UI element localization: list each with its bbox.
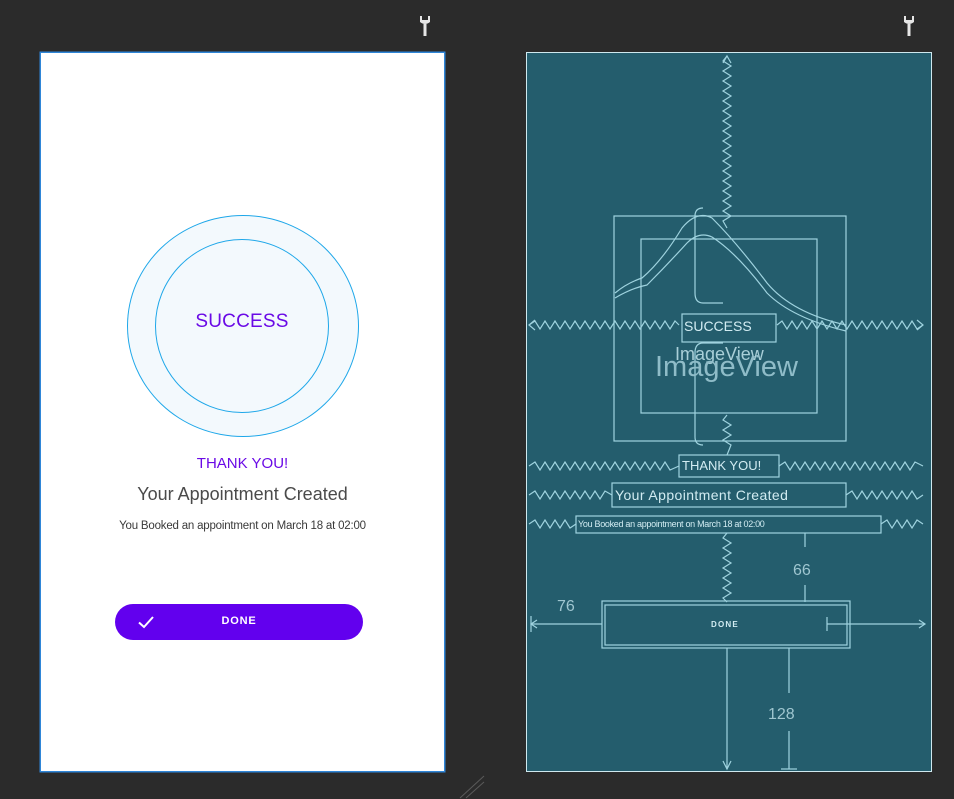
booking-detail: You Booked an appointment on March 18 at… bbox=[119, 520, 366, 532]
margin-bottom-label: 128 bbox=[768, 706, 795, 723]
design-preview: SUCCESS THANK YOU! Your Appointment Crea… bbox=[41, 53, 444, 771]
done-button[interactable]: DONE bbox=[115, 604, 363, 640]
blueprint-booking-detail: You Booked an appointment on March 18 at… bbox=[578, 519, 765, 529]
appointment-title: Your Appointment Created bbox=[137, 484, 348, 504]
resize-handle-icon[interactable] bbox=[452, 772, 492, 799]
constraint-spring-top bbox=[721, 55, 733, 229]
blueprint-thank-you: THANK YOU! bbox=[682, 458, 762, 473]
done-button-label: DONE bbox=[221, 615, 257, 627]
thank-you-label: THANK YOU! bbox=[196, 455, 289, 472]
blueprint-done-label: DONE bbox=[711, 620, 739, 629]
constraint-spring-right bbox=[776, 319, 924, 331]
wrench-icon[interactable] bbox=[417, 14, 433, 38]
blueprint-preview: SUCCESS ImageView ImageView THANK YOU! Y… bbox=[527, 53, 931, 771]
constraint-spring-left bbox=[528, 319, 680, 331]
blueprint-success-label: SUCCESS bbox=[684, 318, 752, 334]
success-label: SUCCESS bbox=[195, 311, 289, 332]
margin-top-label: 66 bbox=[793, 562, 811, 579]
blueprint-appointment-title: Your Appointment Created bbox=[615, 487, 789, 503]
blueprint-imageview-large: ImageView bbox=[655, 351, 798, 383]
imageview-preview-curve bbox=[614, 215, 847, 326]
margin-left-label: 76 bbox=[557, 598, 575, 615]
wrench-icon[interactable] bbox=[901, 14, 917, 38]
